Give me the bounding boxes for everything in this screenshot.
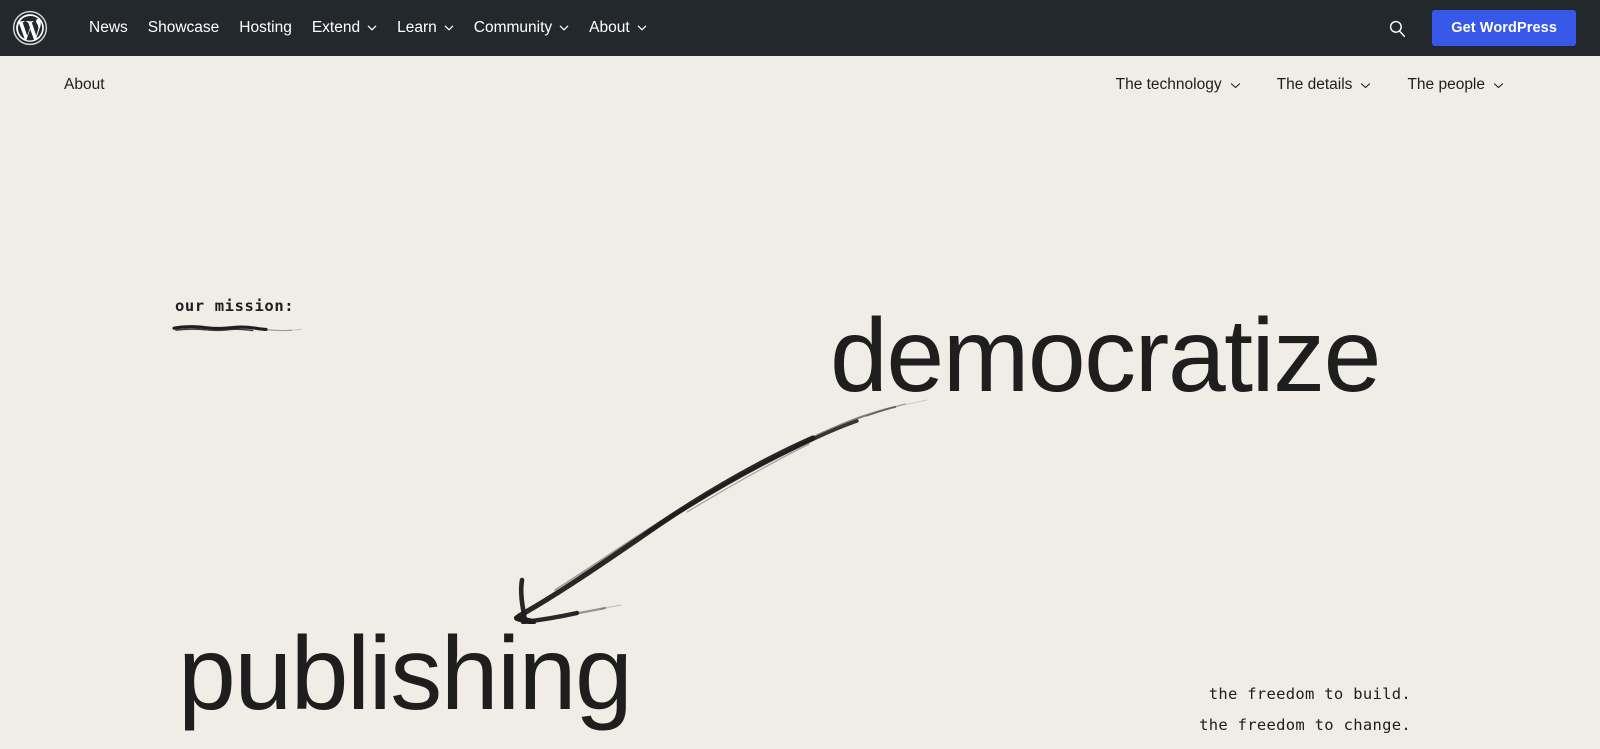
mission-label: our mission: xyxy=(175,297,295,315)
headline-publishing: publishing xyxy=(178,616,633,732)
headline-democratize: democratize xyxy=(830,298,1381,414)
sub-nav-item-the-people[interactable]: The people xyxy=(1407,76,1504,94)
freedom-line: the freedom to share. xyxy=(1199,742,1411,749)
freedom-line: the freedom to change. xyxy=(1199,716,1411,735)
mission-label-group: our mission: xyxy=(172,297,475,334)
main-nav-item-hosting[interactable]: Hosting xyxy=(229,14,302,42)
main-nav-label: Community xyxy=(473,19,553,37)
main-nav-item-learn[interactable]: Learn xyxy=(387,14,464,42)
hand-drawn-underline-icon xyxy=(172,320,307,334)
wordpress-logo[interactable] xyxy=(12,10,48,46)
sub-nav-title-about[interactable]: About xyxy=(64,76,105,94)
sub-nav-label: The details xyxy=(1276,76,1353,93)
global-header: News Showcase Hosting Extend Learn Commu… xyxy=(0,0,1600,56)
main-nav-label: Showcase xyxy=(147,19,220,37)
sub-nav-label: The people xyxy=(1407,76,1485,93)
sub-nav-label: The technology xyxy=(1115,76,1222,93)
sub-nav-item-the-details[interactable]: The details xyxy=(1277,76,1372,94)
chevron-down-icon xyxy=(559,23,569,33)
sub-navigation: About The technology The details The peo… xyxy=(0,56,1600,114)
sub-nav-items-group: The technology The details The people xyxy=(1116,76,1576,94)
mission-hero: our mission: democratize publishing the … xyxy=(0,114,1600,749)
main-nav-label: Extend xyxy=(311,19,361,37)
freedom-line: the freedom to build. xyxy=(1208,685,1411,703)
main-nav-item-community[interactable]: Community xyxy=(464,14,579,42)
freedom-statement-list: the freedom to build. the freedom to cha… xyxy=(1199,679,1411,749)
main-navigation: News Showcase Hosting Extend Learn Commu… xyxy=(79,14,657,42)
main-nav-item-showcase[interactable]: Showcase xyxy=(138,14,230,42)
main-nav-item-extend[interactable]: Extend xyxy=(302,14,387,42)
main-nav-label: Learn xyxy=(397,19,437,37)
chevron-down-icon xyxy=(367,23,377,33)
sub-nav-item-the-technology[interactable]: The technology xyxy=(1116,76,1241,94)
chevron-down-icon xyxy=(637,23,647,33)
chevron-down-icon xyxy=(1360,80,1371,91)
search-icon[interactable] xyxy=(1384,15,1410,41)
chevron-down-icon xyxy=(1230,80,1241,91)
main-nav-label: Hosting xyxy=(239,19,292,37)
chevron-down-icon xyxy=(444,23,454,33)
get-wordpress-button[interactable]: Get WordPress xyxy=(1432,9,1576,47)
main-nav-item-about[interactable]: About xyxy=(579,14,657,42)
main-nav-item-news[interactable]: News xyxy=(79,14,138,42)
header-right-group: Get WordPress xyxy=(1384,9,1576,47)
main-nav-label: News xyxy=(89,19,128,37)
hand-drawn-curved-arrow-icon xyxy=(495,394,935,624)
chevron-down-icon xyxy=(1493,80,1504,91)
main-nav-label: About xyxy=(589,19,630,37)
